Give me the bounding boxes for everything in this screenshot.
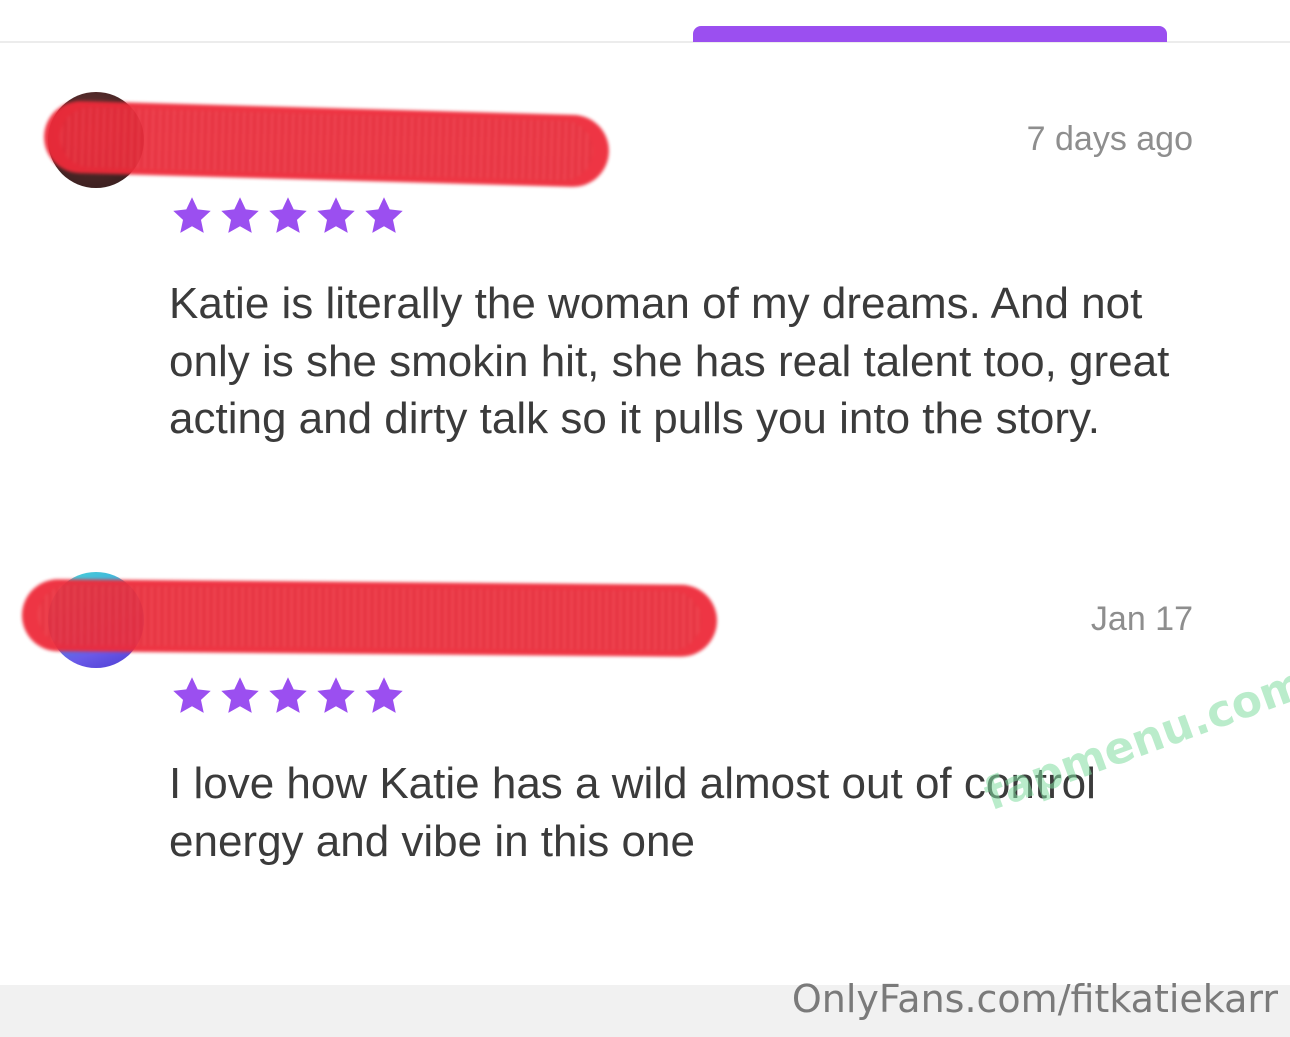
star-icon — [269, 197, 307, 233]
star-icon — [173, 197, 211, 233]
review-timestamp: 7 days ago — [1026, 120, 1193, 158]
star-icon — [221, 197, 259, 233]
source-watermark: OnlyFans.com/fitkatiekarr — [791, 977, 1278, 1021]
star-icon — [269, 677, 307, 713]
star-icon — [365, 197, 403, 233]
username-redaction — [21, 578, 718, 658]
review-card: 7 days ago Katie is literally the woman … — [0, 90, 1290, 510]
star-icon — [365, 677, 403, 713]
star-icon — [173, 677, 211, 713]
star-icon — [317, 197, 355, 233]
review-timestamp: Jan 17 — [1090, 600, 1193, 638]
star-icon — [221, 677, 259, 713]
review-card: Jan 17 I love how Katie has a wild almos… — [0, 570, 1290, 870]
review-text: Katie is literally the woman of my dream… — [169, 279, 1170, 443]
star-icon — [317, 677, 355, 713]
active-tab-indicator[interactable] — [693, 26, 1167, 42]
star-rating — [170, 674, 406, 718]
star-rating — [170, 194, 406, 238]
